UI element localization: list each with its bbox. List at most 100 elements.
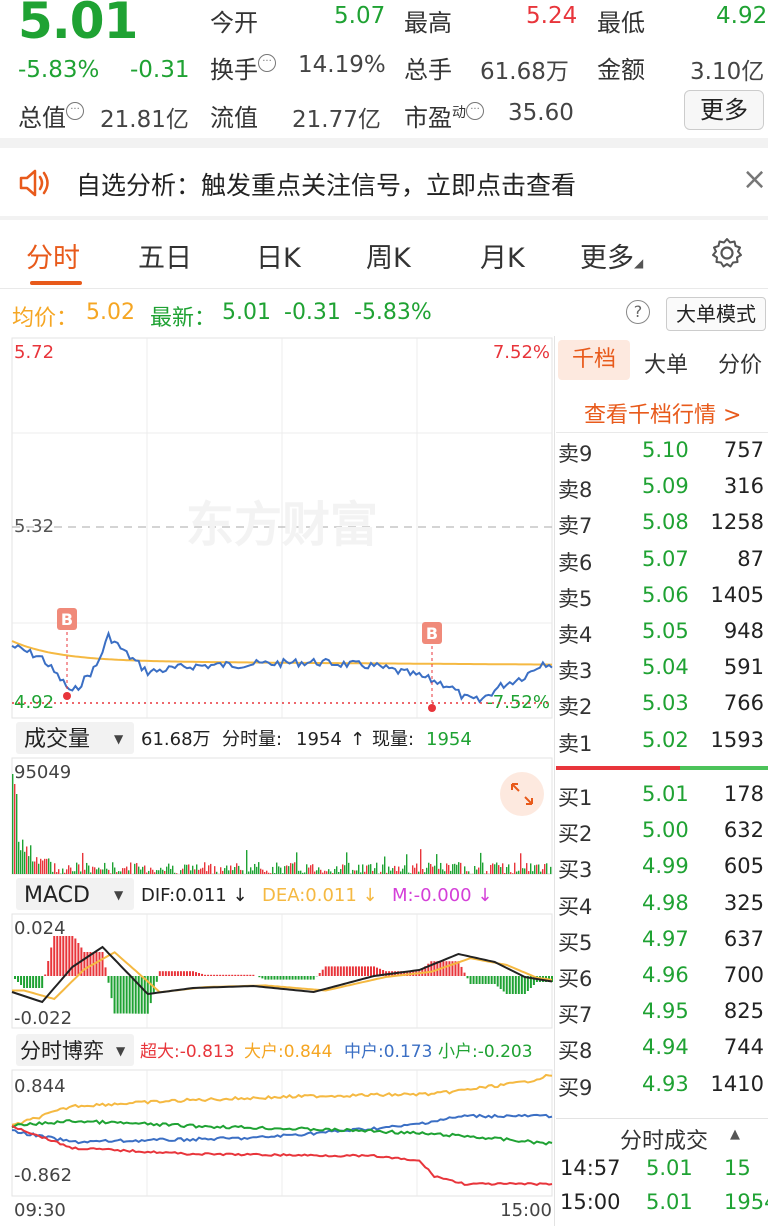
- top-pct-label: 7.52%: [493, 342, 550, 363]
- buy-row[interactable]: 买3 4.99 605: [556, 850, 768, 886]
- volume-value: 61.68万: [480, 59, 569, 85]
- tab-intraday[interactable]: 分时: [26, 236, 80, 275]
- volume-bar: [340, 869, 342, 874]
- info-dots-icon[interactable]: ···: [258, 54, 276, 72]
- volume-bar: [332, 873, 334, 874]
- time-start-label: 09:30: [14, 1200, 66, 1221]
- tab-daily-k[interactable]: 日K: [256, 236, 301, 275]
- volume-bar: [532, 871, 534, 874]
- volume-bar: [48, 858, 50, 874]
- sell-price: 5.05: [642, 619, 689, 643]
- tab-weekly-k[interactable]: 周K: [366, 236, 411, 275]
- macd-bar: [463, 972, 466, 976]
- sell-price: 5.09: [642, 474, 689, 499]
- sell-row[interactable]: 卖8 5.09 316: [556, 470, 768, 506]
- buy-row[interactable]: 买1 5.01 178: [556, 778, 768, 814]
- tick-price: 5.01: [646, 1156, 693, 1180]
- thousand-levels-link[interactable]: 查看千档行情 >: [584, 397, 741, 429]
- buy-row[interactable]: 买2 5.00 632: [556, 814, 768, 850]
- macd-bar: [152, 976, 155, 993]
- dropdown-icon[interactable]: ▼: [114, 732, 124, 746]
- tab-large-orders[interactable]: 大单: [644, 347, 688, 379]
- volume-bar: [190, 870, 192, 874]
- macd-top-label: 0.024: [14, 918, 66, 939]
- volume-bar: [324, 870, 326, 874]
- macd-bar: [116, 976, 119, 1014]
- sell-row[interactable]: 卖1 5.02 1593: [556, 724, 768, 760]
- sell-price: 5.02: [642, 727, 689, 752]
- volume-bar: [100, 869, 102, 874]
- dropdown-icon[interactable]: ▼: [116, 1044, 126, 1058]
- volume-bar: [328, 869, 330, 874]
- mktcap-label: 总值 ···: [18, 98, 84, 133]
- macd-bar: [312, 976, 315, 980]
- volume-bar: [502, 863, 504, 874]
- more-button[interactable]: 更多: [684, 90, 764, 130]
- tab-monthly-k[interactable]: 月K: [480, 236, 525, 275]
- tab-active-indicator: [30, 281, 82, 285]
- volume-bar: [428, 862, 430, 874]
- low-label: 最低: [597, 9, 645, 37]
- volume-bar: [238, 865, 240, 874]
- notice-bar[interactable]: 自选分析：触发重点关注信号，立即点击查看 ×: [0, 148, 768, 216]
- buy-price: 4.95: [642, 999, 689, 1024]
- dropdown-icon[interactable]: ▼: [114, 888, 124, 902]
- buy-row[interactable]: 买7 4.95 825: [556, 995, 768, 1031]
- sell-row[interactable]: 卖7 5.08 1258: [556, 506, 768, 542]
- chart-canvas[interactable]: 东方财富 5.72 7.52% 5.32 4.92 -7.52% B B 成交量…: [0, 336, 556, 1226]
- macd-bar: [318, 973, 321, 976]
- macd-bar: [345, 966, 348, 976]
- volume-bar: [188, 864, 190, 874]
- sell-row[interactable]: 卖4 5.05 948: [556, 615, 768, 651]
- volume-bar: [412, 865, 414, 874]
- volume-bar: [376, 862, 378, 874]
- tab-thousand-levels[interactable]: 千档: [558, 340, 630, 380]
- volume-bar: [158, 870, 160, 874]
- volume-bar: [520, 853, 522, 874]
- tab-price-distribution[interactable]: 分价: [718, 347, 762, 379]
- macd-bar: [354, 966, 357, 976]
- ticks-header[interactable]: 分时成交 ▲: [556, 1118, 768, 1154]
- buy-row[interactable]: 买9 4.93 1410: [556, 1068, 768, 1104]
- sell-row[interactable]: 卖2 5.03 766: [556, 687, 768, 723]
- info-dots-icon[interactable]: ···: [466, 102, 484, 120]
- help-icon[interactable]: ?: [626, 300, 650, 324]
- volume-bar: [372, 870, 374, 874]
- buy-row[interactable]: 买8 4.94 744: [556, 1031, 768, 1067]
- expand-button[interactable]: [500, 772, 544, 816]
- buy-row[interactable]: 买6 4.96 700: [556, 959, 768, 995]
- volume-bar: [370, 864, 372, 874]
- macd-bar: [261, 976, 264, 979]
- float-value: 21.77亿: [292, 107, 381, 133]
- macd-bar: [363, 966, 366, 976]
- sell-volume: 1593: [710, 727, 764, 752]
- volume-bar: [262, 869, 264, 874]
- volume-bar: [282, 873, 284, 874]
- volume-bar: [198, 869, 200, 874]
- volume-bar: [530, 863, 532, 874]
- macd-histogram: [14, 936, 553, 1014]
- buy-row[interactable]: 买4 4.98 325: [556, 887, 768, 923]
- buy-row[interactable]: 买5 4.97 637: [556, 923, 768, 959]
- big-order-mode-button[interactable]: 大单模式: [666, 297, 766, 331]
- macd-bar: [222, 974, 225, 976]
- sell-row[interactable]: 卖3 5.04 591: [556, 651, 768, 687]
- volume-bar: [226, 865, 228, 874]
- gear-icon[interactable]: [710, 236, 744, 270]
- volume-bar: [110, 873, 112, 874]
- buy-price: 4.93: [642, 1071, 689, 1096]
- sell-row[interactable]: 卖6 5.07 87: [556, 543, 768, 579]
- volume-bar: [514, 862, 516, 874]
- macd-bar: [460, 966, 463, 976]
- sell-row[interactable]: 卖5 5.06 1405: [556, 579, 768, 615]
- macd-bar: [339, 966, 342, 976]
- volume-bar: [296, 852, 298, 874]
- buy-level-name: 买2: [558, 822, 593, 847]
- pe-label: 市盈动 ···: [404, 98, 484, 133]
- tab-five-day[interactable]: 五日: [138, 236, 192, 275]
- info-dots-icon[interactable]: ···: [66, 102, 84, 120]
- close-icon[interactable]: ×: [742, 162, 767, 197]
- tab-more[interactable]: 更多◢: [580, 236, 643, 275]
- macd-bar: [56, 936, 59, 976]
- sell-row[interactable]: 卖9 5.10 757: [556, 434, 768, 470]
